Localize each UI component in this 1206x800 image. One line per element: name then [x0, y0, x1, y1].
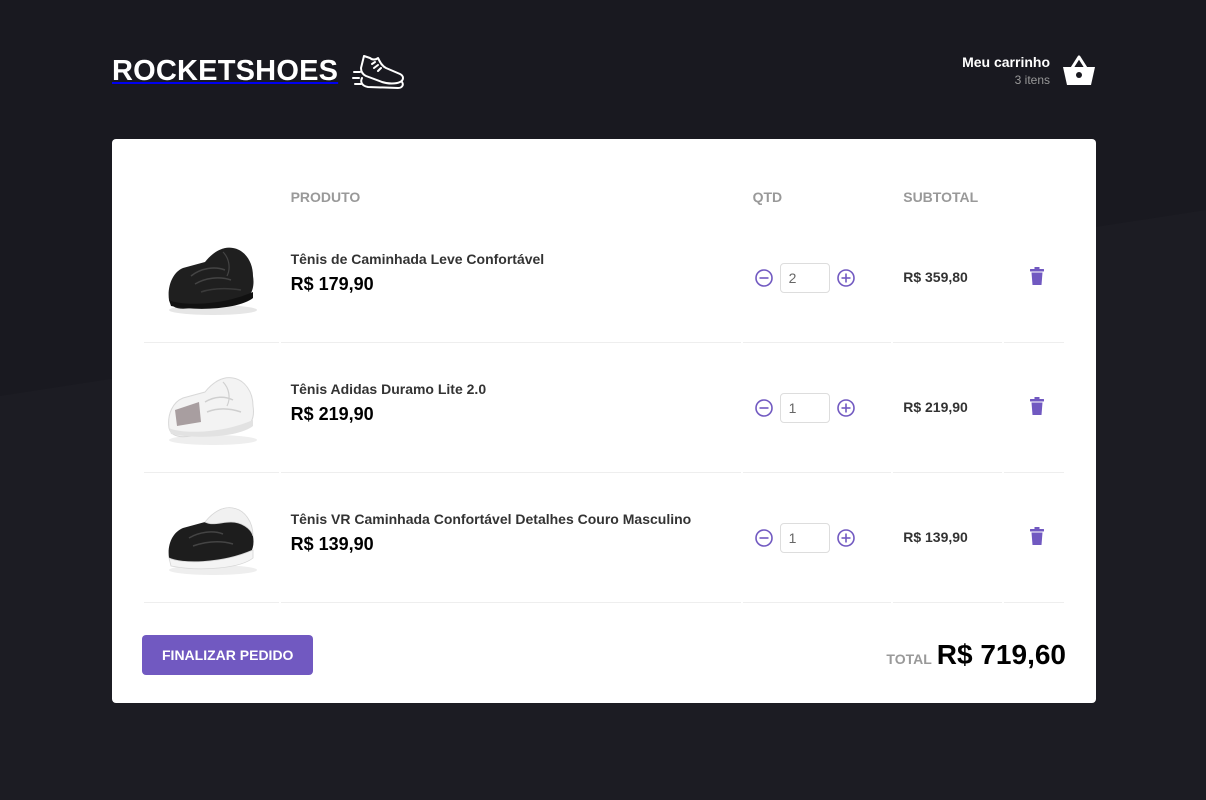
product-image: [168, 376, 258, 445]
delete-button[interactable]: [1029, 397, 1044, 418]
row-subtotal: R$ 359,80: [903, 268, 968, 285]
logo-text: ROCKETSHOES: [112, 55, 339, 87]
minus-circle-icon: [754, 398, 773, 417]
product-title: Tênis de Caminhada Leve Confortável: [290, 250, 545, 267]
trash-icon: [1029, 397, 1044, 415]
product-image-cell: [144, 343, 279, 473]
row-subtotal: R$ 139,90: [903, 528, 968, 545]
header-subtotal: SUBTOTAL: [903, 189, 979, 205]
trash-icon: [1029, 527, 1044, 545]
minus-circle-icon: [754, 528, 773, 547]
plus-circle-icon: [836, 528, 855, 547]
decrement-button[interactable]: [753, 527, 775, 549]
product-info-cell: Tênis Adidas Duramo Lite 2.0 R$ 219,90: [280, 343, 741, 473]
product-image-cell: [144, 473, 279, 603]
table-header: PRODUTO QTD SUBTOTAL: [144, 169, 1064, 213]
delete-cell: [1003, 473, 1064, 603]
product-image-cell: [144, 213, 279, 343]
table-row: Tênis de Caminhada Leve Confortável R$ 1…: [144, 213, 1064, 343]
cart-footer: FINALIZAR PEDIDO TOTAL R$ 719,60: [142, 635, 1066, 675]
product-table: PRODUTO QTD SUBTOTAL Tênis de Caminhada …: [142, 169, 1066, 603]
shoe-icon: [352, 54, 405, 89]
page-container: ROCKETSHOES Meu carrinho 3 itens PRODUTO…: [112, 0, 1096, 703]
cart-title: Meu carrinho: [962, 54, 1050, 70]
header-product: PRODUTO: [290, 189, 361, 205]
trash-icon: [1029, 267, 1044, 285]
cart-info: Meu carrinho 3 itens: [962, 54, 1050, 87]
product-info-cell: Tênis VR Caminhada Confortável Detalhes …: [280, 473, 741, 603]
minus-circle-icon: [754, 268, 773, 287]
increment-button[interactable]: [835, 527, 857, 549]
product-price: R$ 219,90: [290, 403, 374, 424]
product-image: [168, 506, 258, 575]
total-value: R$ 719,60: [936, 639, 1066, 670]
row-subtotal: R$ 219,90: [903, 398, 968, 415]
decrement-button[interactable]: [753, 267, 775, 289]
quantity-input[interactable]: [779, 392, 830, 423]
cart-count: 3 itens: [1014, 73, 1050, 87]
product-image: [168, 247, 258, 315]
quantity-stepper: [753, 262, 882, 293]
subtotal-cell: R$ 139,90: [893, 473, 1002, 603]
plus-circle-icon: [836, 268, 855, 287]
subtotal-cell: R$ 359,80: [893, 213, 1002, 343]
table-row: Tênis VR Caminhada Confortável Detalhes …: [144, 473, 1064, 603]
delete-cell: [1003, 213, 1064, 343]
increment-button[interactable]: [835, 267, 857, 289]
total-label: TOTAL: [886, 651, 932, 667]
increment-button[interactable]: [835, 397, 857, 419]
delete-button[interactable]: [1029, 267, 1044, 288]
header-image: [144, 169, 279, 213]
decrement-button[interactable]: [753, 397, 775, 419]
qty-cell: [742, 213, 892, 343]
header-actions: [1004, 169, 1064, 213]
qty-cell: [742, 343, 892, 473]
product-price: R$ 139,90: [290, 533, 374, 554]
header-qty: QTD: [752, 189, 783, 205]
product-title: Tênis Adidas Duramo Lite 2.0: [290, 380, 487, 397]
quantity-input[interactable]: [779, 522, 830, 553]
quantity-stepper: [753, 522, 882, 553]
subtotal-cell: R$ 219,90: [893, 343, 1002, 473]
finish-order-button[interactable]: FINALIZAR PEDIDO: [142, 635, 314, 675]
product-price: R$ 179,90: [290, 273, 374, 294]
logo-link[interactable]: ROCKETSHOES: [112, 52, 406, 92]
basket-icon: [1063, 55, 1095, 85]
quantity-input[interactable]: [779, 262, 830, 293]
delete-cell: [1003, 343, 1064, 473]
plus-circle-icon: [836, 398, 855, 417]
delete-button[interactable]: [1029, 527, 1044, 548]
qty-cell: [742, 473, 892, 603]
product-info-cell: Tênis de Caminhada Leve Confortável R$ 1…: [280, 213, 741, 343]
header: ROCKETSHOES Meu carrinho 3 itens: [112, 0, 1096, 139]
product-title: Tênis VR Caminhada Confortável Detalhes …: [290, 510, 692, 527]
cart-total: TOTAL R$ 719,60: [886, 639, 1066, 671]
cart-link[interactable]: Meu carrinho 3 itens: [962, 54, 1096, 87]
table-row: Tênis Adidas Duramo Lite 2.0 R$ 219,90 1…: [144, 343, 1064, 473]
quantity-stepper: [753, 392, 882, 423]
cart-panel: PRODUTO QTD SUBTOTAL Tênis de Caminhada …: [112, 139, 1096, 703]
